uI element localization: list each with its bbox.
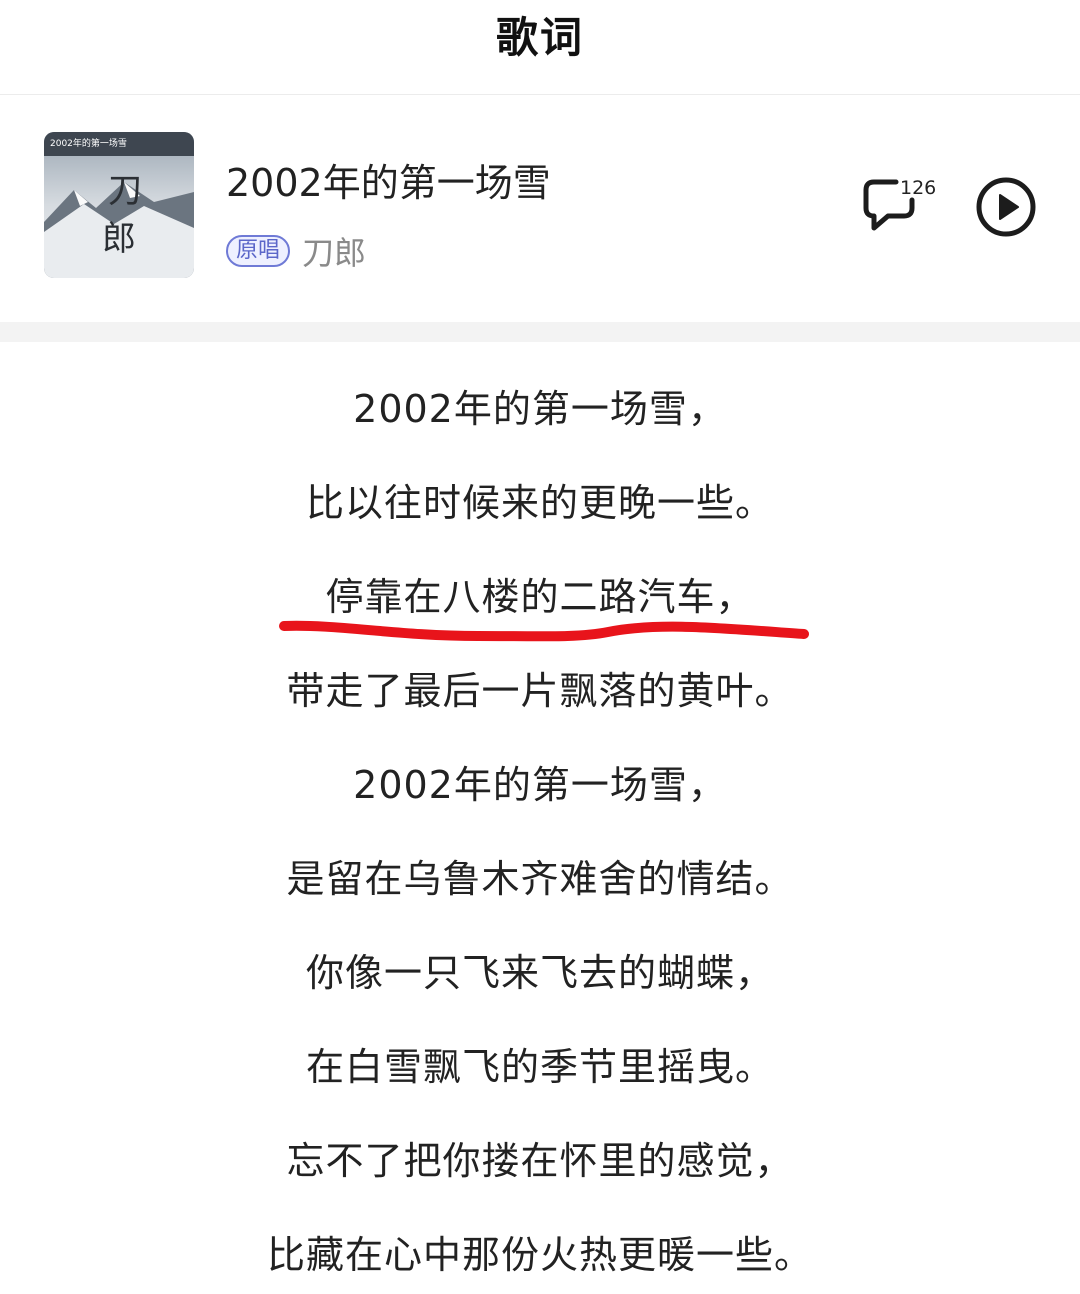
artist-name[interactable]: 刀郎 (302, 228, 366, 274)
lyric-line: 比藏在心中那份火热更暖一些。 (266, 1233, 813, 1277)
lyric-line: 在白雪飘飞的季节里摇曳。 (305, 1045, 774, 1089)
lyric-line: 你像一只飞来飞去的蝴蝶， (305, 951, 774, 995)
lyric-line: 是留在乌鲁木齐难舍的情结。 (286, 857, 794, 901)
red-underline-annotation (279, 620, 809, 642)
cover-title-text: 2002年的第一场雪 (50, 137, 127, 149)
cover-char-1: 刀 (108, 171, 142, 211)
artist-row[interactable]: 原唱 刀郎 (226, 228, 366, 274)
lyric-line: 忘不了把你搂在怀里的感觉， (286, 1139, 794, 1183)
lyric-line-highlighted: 停靠在八楼的二路汽车， (325, 575, 755, 619)
song-title[interactable]: 2002年的第一场雪 (226, 152, 551, 207)
song-card[interactable]: 2002年的第一场雪 刀 郎 2002年的第一场雪 原唱 刀郎 126 (0, 96, 1080, 322)
lyric-line: 2002年的第一场雪， (353, 763, 727, 807)
lyric-line: 带走了最后一片飘落的黄叶。 (286, 669, 794, 713)
comment-button[interactable]: 126 (860, 176, 940, 236)
page-title: 歌词 (495, 13, 584, 62)
comment-count: 126 (900, 177, 937, 199)
section-divider (0, 322, 1080, 342)
album-cover[interactable]: 2002年的第一场雪 刀 郎 (44, 132, 194, 278)
lyric-line: 2002年的第一场雪， (353, 387, 727, 431)
play-button[interactable] (975, 176, 1037, 238)
cover-char-2: 郎 (102, 219, 136, 259)
lyric-line: 比以往时候来的更晚一些。 (305, 481, 774, 525)
play-icon (976, 177, 1036, 237)
original-singer-badge: 原唱 (226, 235, 291, 267)
top-bar: 歌词 (0, 0, 1080, 95)
